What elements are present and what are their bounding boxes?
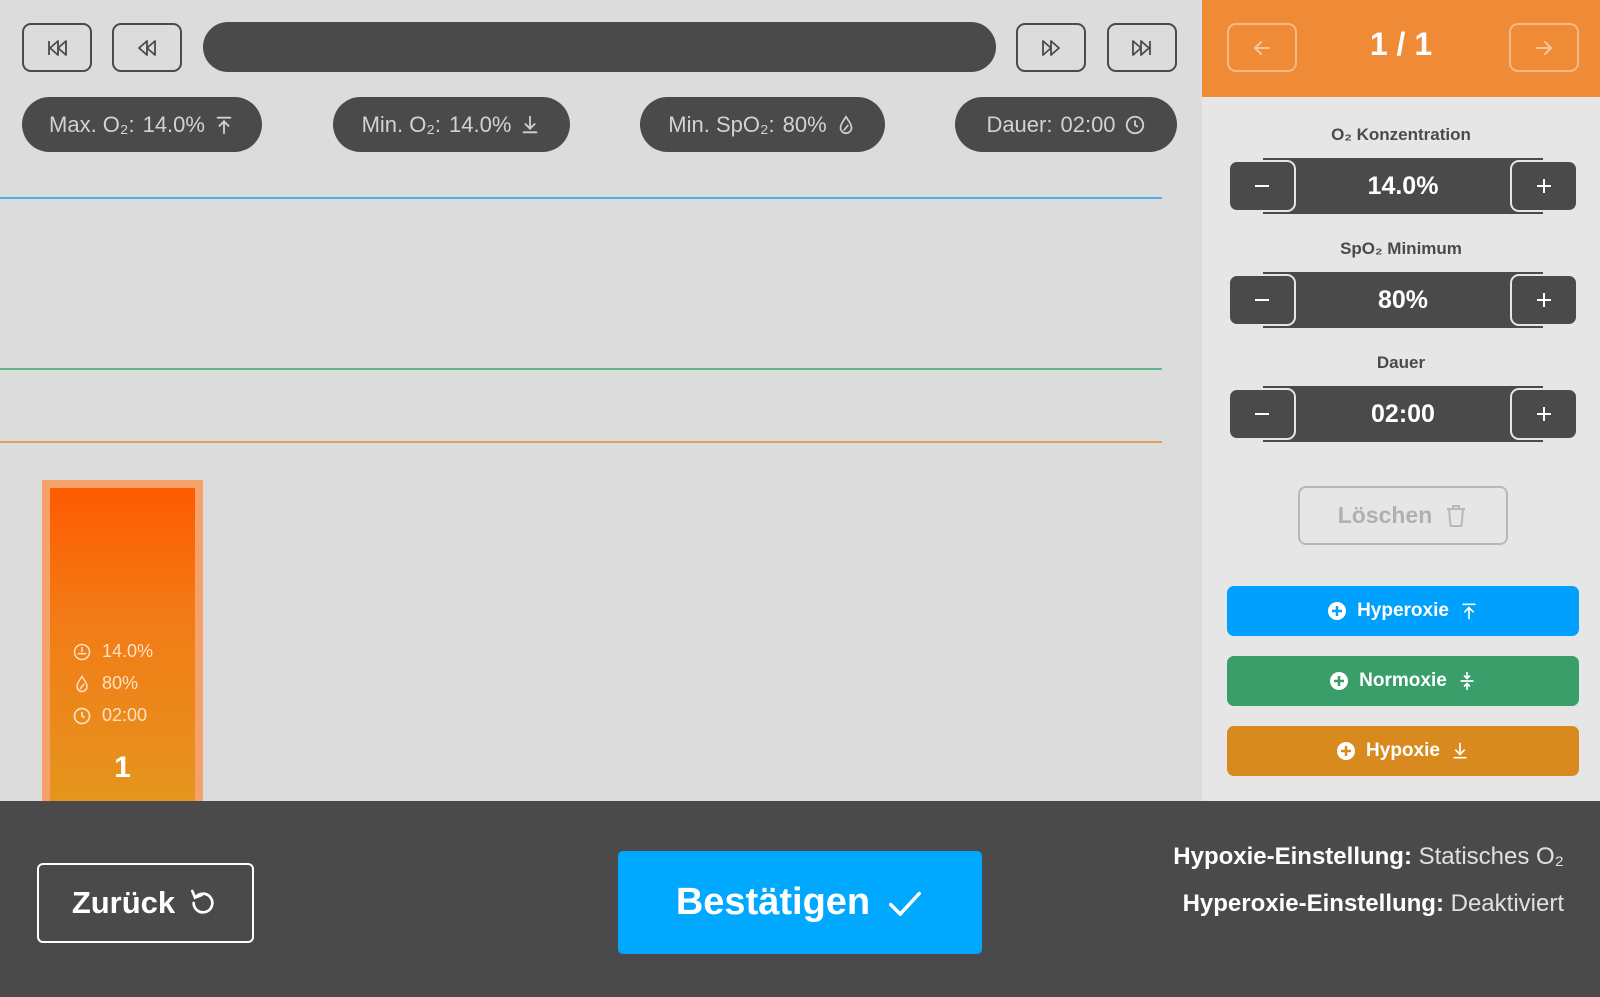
previous-block-button[interactable] — [1227, 23, 1297, 72]
drop-percent-icon — [839, 114, 853, 134]
spo2-label: SpO₂ Minimum — [1340, 239, 1462, 258]
arrows-to-center-icon — [1460, 671, 1474, 691]
add-hyperoxia-label: Hyperoxie — [1357, 600, 1449, 621]
duration-stat: Dauer: 02:00 — [955, 97, 1177, 152]
o2-decrease-button[interactable] — [1228, 160, 1296, 212]
block-spo2: 80% — [72, 673, 138, 694]
arrow-to-top-icon — [216, 116, 232, 134]
arrow-to-top-icon — [1462, 603, 1476, 620]
delete-label: Löschen — [1337, 502, 1433, 528]
trash-icon — [1447, 504, 1466, 527]
arrow-to-bottom-icon — [523, 115, 538, 133]
o2-value: 14.0% — [1263, 158, 1543, 214]
max-o2-value: 14.0% — [142, 111, 205, 137]
hyperoxia-setting-value: Deaktiviert — [1450, 890, 1564, 917]
max-o2-label: Max. O₂: — [49, 111, 135, 137]
app: Max. O₂: 14.0% Min. O₂: 14.0% Min. SpO₂:… — [0, 0, 1600, 997]
min-spo2-value: 80% — [782, 111, 827, 137]
fast-forward-icon — [1042, 39, 1060, 56]
minus-icon — [1255, 413, 1269, 415]
drop-percent-icon — [76, 674, 88, 692]
timeline-scrollbar[interactable] — [203, 22, 996, 72]
spo2-increase-button[interactable] — [1510, 274, 1578, 326]
spo2-decrease-button[interactable] — [1228, 274, 1296, 326]
arrow-to-bottom-icon — [1453, 742, 1467, 759]
add-normoxia-button[interactable]: Normoxie — [1227, 656, 1579, 706]
undo-icon — [191, 889, 214, 914]
plus-icon — [1537, 293, 1551, 307]
hyperoxia-setting: Hyperoxie-Einstellung: Deaktiviert — [1183, 890, 1564, 918]
normoxia-reference-line — [0, 368, 1162, 370]
check-icon — [889, 891, 922, 916]
next-block-button[interactable] — [1509, 23, 1579, 72]
fast-forward-button[interactable] — [1016, 23, 1086, 72]
block-o2: 14.0% — [72, 641, 153, 662]
o2-stepper: 14.0% — [1228, 158, 1578, 214]
clock-icon — [1125, 115, 1144, 134]
add-hypoxia-label: Hypoxie — [1366, 740, 1440, 761]
max-o2-stat: Max. O₂: 14.0% — [22, 97, 262, 152]
block-duration: 02:00 — [72, 705, 147, 726]
add-hyperoxia-button[interactable]: Hyperoxie — [1227, 586, 1579, 636]
duration-label: Dauer: — [986, 111, 1053, 137]
block-number: 1 — [114, 751, 131, 784]
duration-control-label: Dauer — [1376, 353, 1426, 372]
plus-circle-icon — [1328, 602, 1347, 620]
skip-to-start-button[interactable] — [22, 23, 92, 72]
skip-back-icon — [48, 39, 67, 56]
duration-stepper: 02:00 — [1228, 386, 1578, 442]
block-spo2-value: 80% — [102, 673, 139, 693]
back-button[interactable]: Zurück — [37, 863, 254, 943]
side-panel: 1 / 1 O₂ Konzentration 14.0% SpO₂ Minimu… — [1202, 0, 1600, 801]
min-o2-label: Min. O₂: — [361, 111, 442, 137]
hyperoxia-setting-label: Hyperoxie-Einstellung: — [1182, 890, 1444, 917]
rewind-button[interactable] — [112, 23, 182, 72]
plus-circle-icon — [1330, 672, 1349, 690]
block-duration-value: 02:00 — [102, 705, 148, 725]
skip-to-end-button[interactable] — [1107, 23, 1177, 72]
hypoxia-setting: Hypoxie-Einstellung: Statisches O₂ — [1173, 843, 1564, 871]
plus-icon — [1537, 407, 1551, 421]
hypoxia-setting-label: Hypoxie-Einstellung: — [1173, 843, 1412, 870]
duration-control-value: 02:00 — [1263, 386, 1543, 442]
gauge-icon — [73, 643, 91, 660]
rewind-icon — [138, 39, 156, 56]
duration-increase-button[interactable] — [1510, 388, 1578, 440]
page-indicator: 1 / 1 — [1369, 26, 1433, 62]
spo2-stepper: 80% — [1228, 272, 1578, 328]
spo2-value: 80% — [1263, 272, 1543, 328]
minus-icon — [1255, 299, 1269, 301]
plus-circle-icon — [1337, 742, 1356, 760]
side-header: 1 / 1 — [1202, 0, 1600, 97]
main-area: Max. O₂: 14.0% Min. O₂: 14.0% Min. SpO₂:… — [0, 0, 1202, 801]
add-hypoxia-button[interactable]: Hypoxie — [1227, 726, 1579, 776]
min-o2-value: 14.0% — [449, 111, 512, 137]
o2-label: O₂ Konzentration — [1331, 125, 1471, 144]
block-o2-value: 14.0% — [102, 641, 154, 661]
confirm-button[interactable]: Bestätigen — [618, 851, 982, 954]
interval-block[interactable]: 14.0% 80% 02:00 1 — [42, 480, 203, 801]
o2-increase-button[interactable] — [1510, 160, 1578, 212]
hypoxia-setting-value: Statisches O₂ — [1418, 843, 1564, 870]
duration-value: 02:00 — [1060, 111, 1116, 137]
hypoxia-reference-line — [0, 441, 1162, 443]
confirm-label: Bestätigen — [675, 881, 871, 923]
plus-icon — [1537, 179, 1551, 193]
minus-icon — [1255, 185, 1269, 187]
clock-icon — [73, 707, 91, 724]
arrow-left-icon — [1253, 40, 1270, 55]
bottom-bar: Zurück Bestätigen Hypoxie-Einstellung: S… — [0, 801, 1600, 997]
arrow-right-icon — [1536, 40, 1553, 55]
duration-decrease-button[interactable] — [1228, 388, 1296, 440]
hyperoxia-reference-line — [0, 197, 1162, 199]
min-spo2-stat: Min. SpO₂: 80% — [640, 97, 885, 152]
back-label: Zurück — [71, 885, 176, 920]
skip-forward-icon — [1132, 39, 1151, 56]
delete-button[interactable]: Löschen — [1298, 486, 1508, 545]
min-spo2-label: Min. SpO₂: — [668, 111, 775, 137]
add-normoxia-label: Normoxie — [1359, 670, 1447, 691]
min-o2-stat: Min. O₂: 14.0% — [333, 97, 570, 152]
